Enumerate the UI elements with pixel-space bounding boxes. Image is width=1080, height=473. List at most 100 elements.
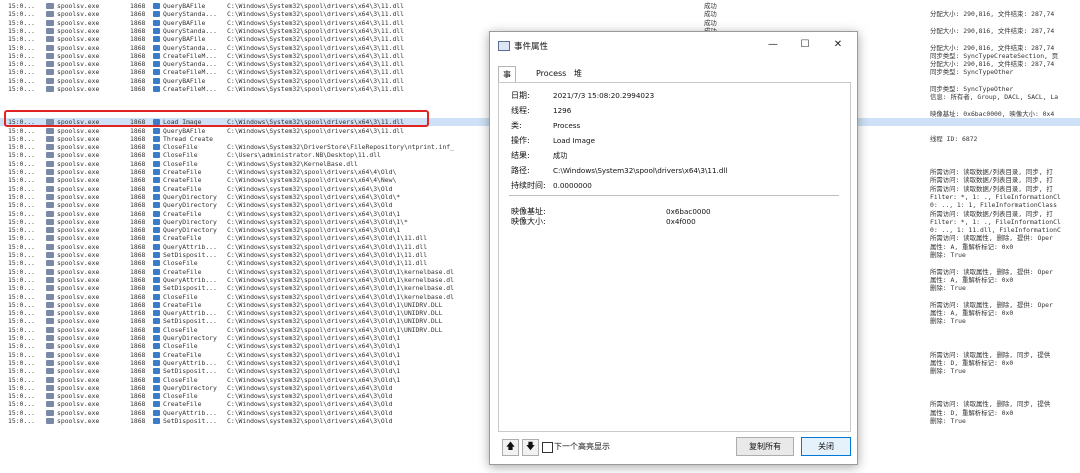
time-cell: 15:0...	[8, 383, 35, 392]
dialog-titlebar[interactable]: 事件属性 — ☐ ✕	[490, 32, 857, 60]
process-cell: spoolsv.exe	[57, 35, 100, 44]
previous-event-button[interactable]: 🡅	[502, 439, 519, 456]
path-cell: C:\Windows\system32\spool\drivers\x64\3\…	[227, 275, 455, 284]
time-cell: 15:0...	[8, 284, 35, 293]
time-cell: 15:0...	[8, 242, 35, 251]
window-close-button[interactable]: ✕	[823, 36, 853, 54]
process-icon	[46, 218, 54, 225]
next-event-button[interactable]: 🡇	[522, 439, 539, 456]
operation-cell: QueryBAFile	[163, 126, 206, 135]
process-icon	[46, 252, 54, 258]
process-icon	[46, 326, 54, 333]
operation-icon	[153, 210, 160, 217]
operation-icon	[153, 52, 160, 59]
process-cell: spoolsv.exe	[57, 10, 100, 19]
operation-cell: CloseFile	[163, 375, 198, 384]
process-icon	[46, 276, 54, 283]
field-value: 成功	[553, 151, 568, 160]
path-cell: C:\Windows\system32\spool\drivers\x64\3\…	[227, 209, 401, 218]
process-cell: spoolsv.exe	[57, 375, 100, 384]
process-icon	[46, 44, 54, 51]
next-highlight-checkbox[interactable]	[542, 442, 553, 453]
process-cell: spoolsv.exe	[57, 126, 100, 135]
process-cell: spoolsv.exe	[57, 325, 100, 334]
pid-cell: 1868	[130, 392, 146, 401]
dialog-title: 事件属性	[514, 42, 549, 52]
pid-cell: 1868	[130, 267, 146, 276]
log-row[interactable]: 15:0... spoolsv.exe 1868 QueryStanda... C:\W…	[0, 10, 1080, 18]
process-cell: spoolsv.exe	[57, 251, 100, 259]
log-row[interactable]: 15:0... spoolsv.exe 1868 QueryBAFile C:\Wind…	[0, 2, 1080, 10]
process-icon	[46, 393, 54, 400]
operation-icon	[153, 293, 160, 300]
tab-process[interactable]: Process	[532, 66, 570, 81]
pid-cell: 1868	[130, 234, 146, 243]
pid-cell: 1868	[130, 334, 146, 342]
tab-event[interactable]: 事件	[498, 66, 516, 94]
operation-cell: CloseFile	[163, 151, 198, 160]
process-icon	[46, 3, 54, 9]
minimize-button[interactable]: —	[758, 36, 788, 54]
process-cell: spoolsv.exe	[57, 159, 100, 168]
copy-all-button[interactable]: 复制所有	[736, 437, 794, 456]
detail-cell: 所需访问: 读取数据/列表目录, 同步, 打	[930, 168, 1053, 176]
time-cell: 15:0...	[8, 35, 35, 44]
operation-icon	[153, 260, 160, 267]
field-label: 类:	[511, 121, 522, 130]
operation-icon	[153, 401, 160, 408]
process-cell: spoolsv.exe	[57, 151, 100, 160]
operation-cell: CloseFile	[163, 342, 198, 351]
result-cell: 成功	[704, 18, 717, 27]
operation-icon	[153, 310, 160, 317]
detail-cell: 属性: D, 重解析标记: 0x0	[930, 358, 1014, 367]
operation-icon	[153, 359, 160, 366]
path-cell: C:\Windows\system32\spool\drivers\x64\3\…	[227, 383, 393, 392]
maximize-button[interactable]: ☐	[790, 36, 820, 54]
operation-cell: QueryAttrib...	[163, 309, 217, 318]
details-separator	[509, 195, 839, 196]
path-cell: C:\Windows\System32\spool\drivers\x64\3\…	[227, 68, 404, 77]
process-icon	[46, 293, 54, 300]
process-cell: spoolsv.exe	[57, 234, 100, 243]
process-icon	[46, 144, 54, 151]
detail-cell: 属性: A, 重解析标记: 0x0	[930, 242, 1014, 251]
tab-stack[interactable]: 堆栈	[570, 66, 586, 93]
operation-cell: QueryAttrib...	[163, 242, 217, 251]
operation-icon	[153, 418, 160, 424]
process-icon	[46, 86, 54, 92]
path-cell: C:\Windows\System32\spool\drivers\x64\3\…	[227, 35, 404, 44]
pid-cell: 1868	[130, 43, 146, 52]
operation-icon	[153, 86, 160, 92]
field-value: Process	[553, 121, 581, 130]
time-cell: 15:0...	[8, 375, 35, 384]
close-button[interactable]: 关闭	[801, 437, 851, 456]
path-cell: C:\Windows\System32\DriverStore\FileRepo…	[227, 143, 455, 152]
process-icon	[46, 318, 54, 325]
detail-cell: 所需访问: 读取数据/列表目录, 同步, 打	[930, 184, 1053, 193]
operation-cell: QueryAttrib...	[163, 275, 217, 284]
operation-icon	[153, 152, 160, 159]
operation-icon	[153, 335, 160, 341]
path-cell: C:\Windows\System32\spool\drivers\x64\3\…	[227, 51, 404, 60]
operation-icon	[153, 36, 160, 43]
detail-cell: 所需访问: 读取属性, 删除, 提供: Oper	[930, 267, 1053, 276]
path-cell: C:\Windows\system32\spool\drivers\x64\3\…	[227, 184, 393, 193]
path-cell: C:\Windows\system32\spool\drivers\x64\3\…	[227, 226, 401, 235]
time-cell: 15:0...	[8, 300, 35, 309]
pid-cell: 1868	[130, 159, 146, 168]
process-icon	[46, 36, 54, 43]
detail-cell: 所需访问: 读取属性, 删除, 提供: Oper	[930, 234, 1053, 243]
operation-cell: QueryDirectory	[163, 226, 217, 235]
process-cell: spoolsv.exe	[57, 18, 100, 27]
process-icon	[46, 185, 54, 192]
time-cell: 15:0...	[8, 68, 35, 77]
detail-cell: 信息: 所有者, Group, DACL, SACL, La	[930, 93, 1059, 102]
path-cell: C:\Windows\system32\spool\drivers\x64\3\…	[227, 342, 401, 351]
process-cell: spoolsv.exe	[57, 309, 100, 318]
image-base-value: 0x6bac0000	[666, 207, 711, 216]
log-row[interactable]: 15:0... spoolsv.exe 1868 QueryBAFile C:\Wind…	[0, 19, 1080, 27]
process-icon	[46, 160, 54, 167]
operation-cell: SetDisposit...	[163, 367, 217, 376]
time-cell: 15:0...	[8, 217, 35, 226]
operation-icon	[153, 285, 160, 292]
